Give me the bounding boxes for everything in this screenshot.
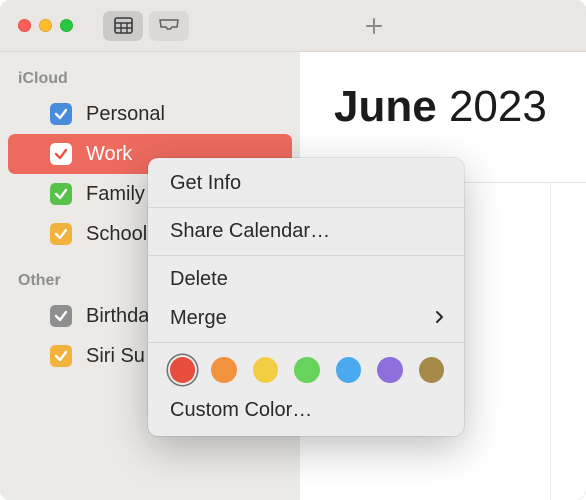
menu-label: Share Calendar… <box>170 220 330 243</box>
menu-custom-color[interactable]: Custom Color… <box>148 391 464 430</box>
inbox-icon <box>158 18 180 34</box>
section-header-icloud: iCloud <box>0 66 300 94</box>
divider <box>148 342 464 343</box>
calendar-label: School <box>86 223 147 246</box>
checkbox-icon[interactable] <box>50 143 72 165</box>
color-swatch-blue[interactable] <box>336 357 361 383</box>
menu-delete[interactable]: Delete <box>148 260 464 299</box>
year-label: 2023 <box>449 82 547 131</box>
traffic-lights <box>18 19 73 32</box>
add-event-button[interactable] <box>360 12 388 40</box>
calendars-toggle-button[interactable] <box>103 11 143 41</box>
menu-label: Delete <box>170 268 228 291</box>
page-title: June 2023 <box>334 82 547 132</box>
menu-merge[interactable]: Merge <box>148 299 464 338</box>
calendar-window: iCloud Personal Work Family <box>0 0 586 500</box>
zoom-icon[interactable] <box>60 19 73 32</box>
color-swatch-orange[interactable] <box>211 357 236 383</box>
calendar-label: Work <box>86 143 132 166</box>
menu-label: Custom Color… <box>170 399 312 422</box>
grid-line <box>550 182 551 500</box>
checkbox-icon[interactable] <box>50 223 72 245</box>
checkbox-icon[interactable] <box>50 305 72 327</box>
color-swatch-brown[interactable] <box>419 357 444 383</box>
chevron-right-icon <box>435 307 444 330</box>
color-swatch-purple[interactable] <box>377 357 402 383</box>
calendar-label: Family <box>86 183 145 206</box>
color-swatch-yellow[interactable] <box>253 357 278 383</box>
menu-share-calendar[interactable]: Share Calendar… <box>148 212 464 251</box>
checkbox-icon[interactable] <box>50 345 72 367</box>
color-swatch-row <box>148 347 464 391</box>
checkbox-icon[interactable] <box>50 183 72 205</box>
plus-icon <box>364 16 384 36</box>
divider <box>148 207 464 208</box>
menu-label: Get Info <box>170 172 241 195</box>
color-swatch-green[interactable] <box>294 357 319 383</box>
context-menu: Get Info Share Calendar… Delete Merge C <box>148 158 464 436</box>
divider <box>148 255 464 256</box>
menu-get-info[interactable]: Get Info <box>148 164 464 203</box>
minimize-icon[interactable] <box>39 19 52 32</box>
checkbox-icon[interactable] <box>50 103 72 125</box>
menu-label: Merge <box>170 307 227 330</box>
calendar-label: Personal <box>86 103 165 126</box>
calendar-item-personal[interactable]: Personal <box>8 94 292 134</box>
month-label: June <box>334 82 437 131</box>
color-swatch-red[interactable] <box>170 357 195 383</box>
calendar-grid-icon <box>114 17 133 34</box>
calendar-label: Siri Su <box>86 345 145 368</box>
inbox-button[interactable] <box>149 11 189 41</box>
close-icon[interactable] <box>18 19 31 32</box>
titlebar <box>0 0 586 52</box>
